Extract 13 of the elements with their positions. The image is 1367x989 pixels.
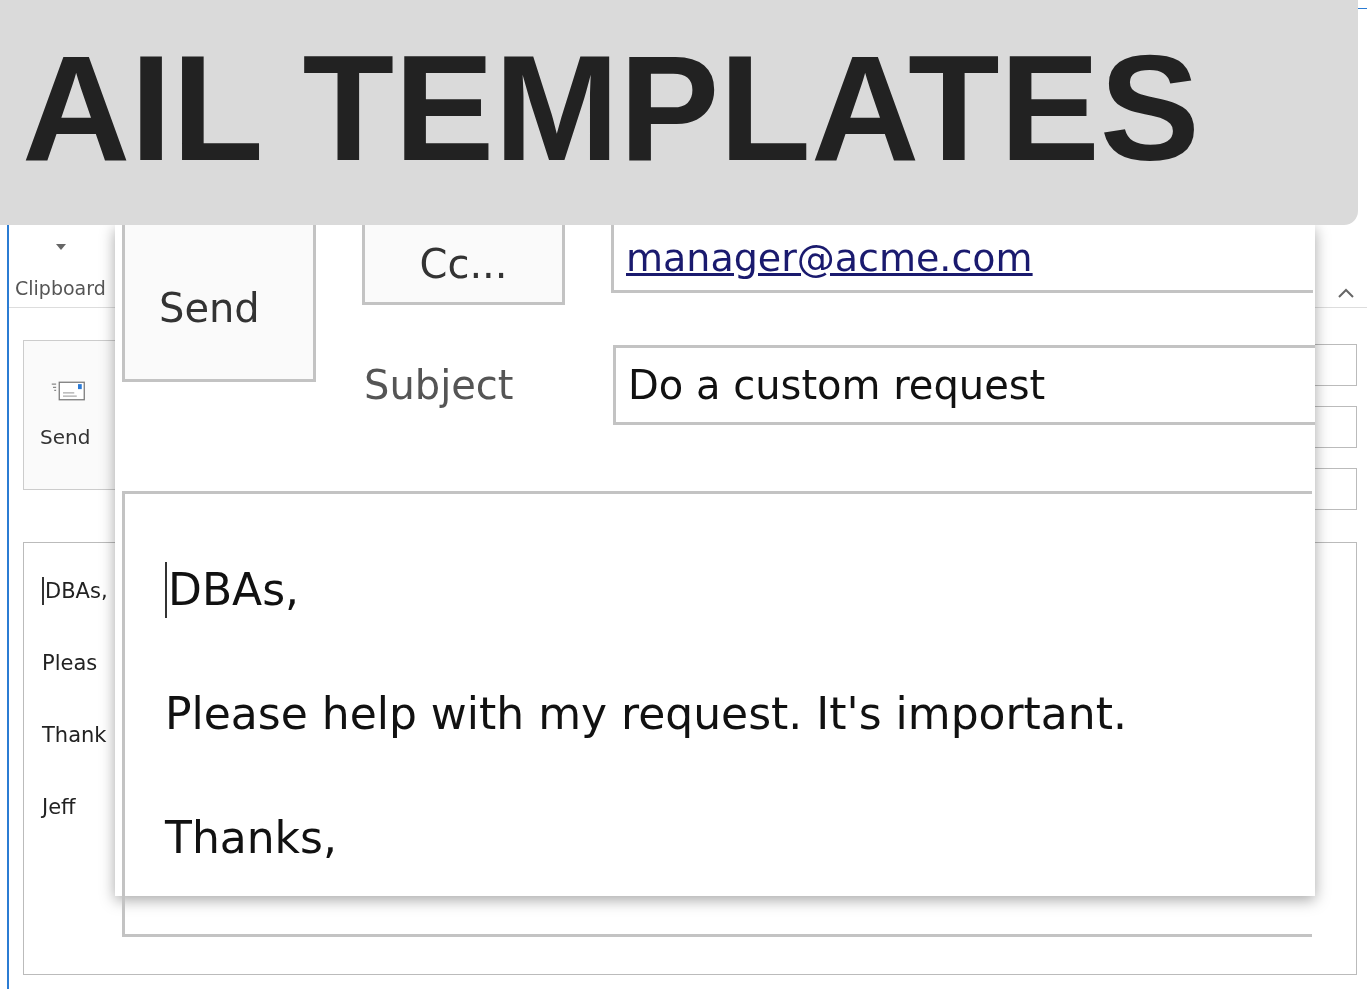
collapse-icon[interactable]	[1337, 287, 1355, 299]
banner-title: AIL TEMPLATES	[22, 28, 1200, 188]
send-button[interactable]: Send	[122, 225, 316, 382]
message-body[interactable]: DBAs, Please help with my request. It's important. Thanks,	[122, 491, 1312, 937]
group-label: Clipboard	[15, 277, 107, 299]
subject-label: Subject	[363, 362, 515, 408]
body-line: DBAs,	[165, 562, 300, 618]
dropdown-icon[interactable]	[55, 243, 67, 251]
cc-button[interactable]: Cc...	[362, 225, 565, 305]
body-line: Thanks,	[165, 811, 337, 865]
email-link[interactable]: manager@acme.com	[626, 235, 1033, 280]
subject-field[interactable]: Do a custom request	[613, 345, 1315, 425]
body-line: Please help with my request. It's important.	[165, 687, 1127, 741]
